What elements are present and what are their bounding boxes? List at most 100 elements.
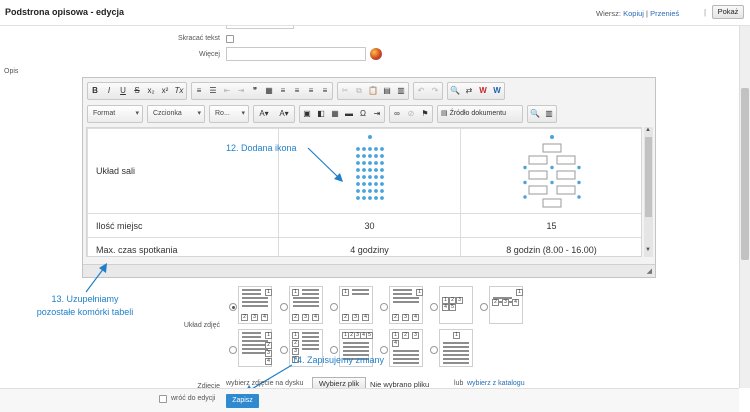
font-combo[interactable]: Czcionka (147, 105, 205, 123)
layout-option-5[interactable]: 1 2 3 4 5 (439, 286, 473, 324)
image-icon[interactable]: ▣ (300, 106, 314, 122)
align-left-icon[interactable]: ≡ (276, 83, 290, 99)
paste-icon[interactable]: 📋 (366, 83, 380, 99)
move-link[interactable]: Przenieś (650, 9, 679, 18)
top-field-fragment (226, 26, 294, 29)
indent-icon[interactable]: ⇥ (234, 83, 248, 99)
flash-icon[interactable]: ◧ (314, 106, 328, 122)
editor-scroll-thumb[interactable] (645, 137, 652, 217)
undo-icon[interactable]: ↶ (414, 83, 428, 99)
preview-icon[interactable]: 🔍 (528, 106, 542, 122)
scroll-down-icon[interactable]: ▼ (645, 247, 651, 253)
size-combo[interactable]: Ro... (209, 105, 249, 123)
insert-group: ▣ ◧ ▦ ▬ Ω ⇥ (299, 105, 385, 123)
link-globe-icon[interactable] (370, 48, 382, 60)
justify-icon[interactable]: ≡ (318, 83, 332, 99)
row-actions: Wiersz: Kopiuj | Przenieś (596, 9, 679, 18)
subscript-button[interactable]: x₂ (144, 83, 158, 99)
replace-icon[interactable]: ⇄ (462, 83, 476, 99)
hr-icon[interactable]: ▬ (342, 106, 356, 122)
source-button[interactable]: ▤ Źródło dokumentu (438, 106, 522, 122)
layout-radio-7[interactable] (229, 346, 237, 354)
layout-box: 3 (412, 332, 419, 339)
bullet-list-icon[interactable]: ☰ (206, 83, 220, 99)
link-icon[interactable]: ∞ (390, 106, 404, 122)
back-to-edit-label: wróć do edycji (171, 395, 216, 402)
layout-option-1[interactable]: 1 2 3 4 (238, 286, 272, 324)
italic-button[interactable]: I (102, 83, 116, 99)
bold-button[interactable]: B (88, 83, 102, 99)
layout-option-3[interactable]: 1 2 3 4 (339, 286, 373, 324)
page-scrollbar[interactable] (739, 26, 750, 388)
strike-button[interactable]: S (130, 83, 144, 99)
layout-box: 3 (251, 314, 258, 321)
outdent-icon[interactable]: ⇤ (220, 83, 234, 99)
layout-option-2[interactable]: 1 2 3 4 (289, 286, 323, 324)
layout-box: 2 (449, 297, 456, 304)
spellcheck-red-w-icon[interactable]: W (476, 83, 490, 99)
layout-radio-2[interactable] (280, 303, 288, 311)
underline-button[interactable]: U (116, 83, 130, 99)
layout-box: 5 (449, 304, 456, 311)
show-button[interactable]: Pokaż (712, 5, 744, 19)
annotation-13: 13. Uzupełniamy pozostałe komórki tabeli (30, 293, 140, 319)
align-right-icon[interactable]: ≡ (304, 83, 318, 99)
workshop-layout-icon (522, 135, 581, 208)
blockquote-icon[interactable]: ❞ (248, 83, 262, 99)
back-to-edit-checkbox[interactable] (159, 395, 167, 403)
copy-link[interactable]: Kopiuj (623, 9, 644, 18)
catalog-link[interactable]: wybierz z katalogu (467, 380, 525, 387)
layout-box: 1 (416, 289, 423, 296)
shorten-text-checkbox[interactable] (226, 35, 234, 43)
scroll-up-icon[interactable]: ▲ (645, 127, 651, 133)
cut-icon[interactable]: ✂ (338, 83, 352, 99)
layout-box: 2 (265, 342, 272, 349)
row-label: Wiersz: (596, 9, 621, 18)
layout-box: 4 (261, 314, 268, 321)
more-input[interactable] (226, 47, 366, 61)
photo-layout-label: Układ zdjęć (183, 322, 220, 329)
layout-radio-8[interactable] (280, 346, 288, 354)
anchor-flag-icon[interactable]: ⚑ (418, 106, 432, 122)
special-char-icon[interactable]: Ω (356, 106, 370, 122)
resize-grip-icon[interactable]: ◢ (647, 267, 652, 275)
align-center-icon[interactable]: ≡ (290, 83, 304, 99)
editor-scrollbar[interactable]: ▲ ▼ (644, 127, 653, 257)
find-icon[interactable]: 🔍 (448, 83, 462, 99)
layout-option-4[interactable]: 1 2 3 4 (389, 286, 423, 324)
paste-word-icon[interactable]: ▥ (394, 83, 408, 99)
annotation-12-arrow (307, 147, 343, 182)
redo-icon[interactable]: ↷ (428, 83, 442, 99)
editor-content[interactable]: Układ sali Ilość miejsc 30 15 Max. czas … (86, 127, 642, 257)
scrollbar-thumb[interactable] (741, 88, 749, 260)
layout-radio-9[interactable] (330, 346, 338, 354)
text-color-icon[interactable]: A▾ (254, 106, 274, 122)
table-icon[interactable]: ▦ (328, 106, 342, 122)
layout-radio-11[interactable] (430, 346, 438, 354)
numbered-list-icon[interactable]: ≡ (192, 83, 206, 99)
layout-radio-6[interactable] (480, 303, 488, 311)
layout-radio-4[interactable] (380, 303, 388, 311)
layout-radio-1[interactable] (229, 303, 237, 311)
table-cell: 4 godziny (278, 237, 461, 256)
format-combo[interactable]: Format (87, 105, 143, 123)
templates-icon[interactable]: ▥ (542, 106, 556, 122)
superscript-button[interactable]: x² (158, 83, 172, 99)
remove-format-button[interactable]: Tx (172, 83, 186, 99)
copy-icon[interactable]: ⧉ (352, 83, 366, 99)
layout-option-10[interactable]: 1 2 3 4 (389, 329, 423, 367)
pagebreak-icon[interactable]: ⇥ (370, 106, 384, 122)
div-container-icon[interactable]: ▦ (262, 83, 276, 99)
layout-option-11[interactable]: 1 (439, 329, 473, 367)
paste-text-icon[interactable]: ▤ (380, 83, 394, 99)
layout-radio-5[interactable] (430, 303, 438, 311)
layout-radio-3[interactable] (330, 303, 338, 311)
layout-box: 2 (241, 314, 248, 321)
spellcheck-blue-w-icon[interactable]: W (490, 83, 504, 99)
unlink-icon[interactable]: ⊘ (404, 106, 418, 122)
bg-color-icon[interactable]: A▾ (274, 106, 294, 122)
save-button[interactable]: Zapisz (226, 394, 259, 408)
layout-radio-10[interactable] (380, 346, 388, 354)
layout-option-6[interactable]: 1 2 3 4 (489, 286, 523, 324)
table-cell-label: Ilość miejsc (87, 213, 279, 238)
